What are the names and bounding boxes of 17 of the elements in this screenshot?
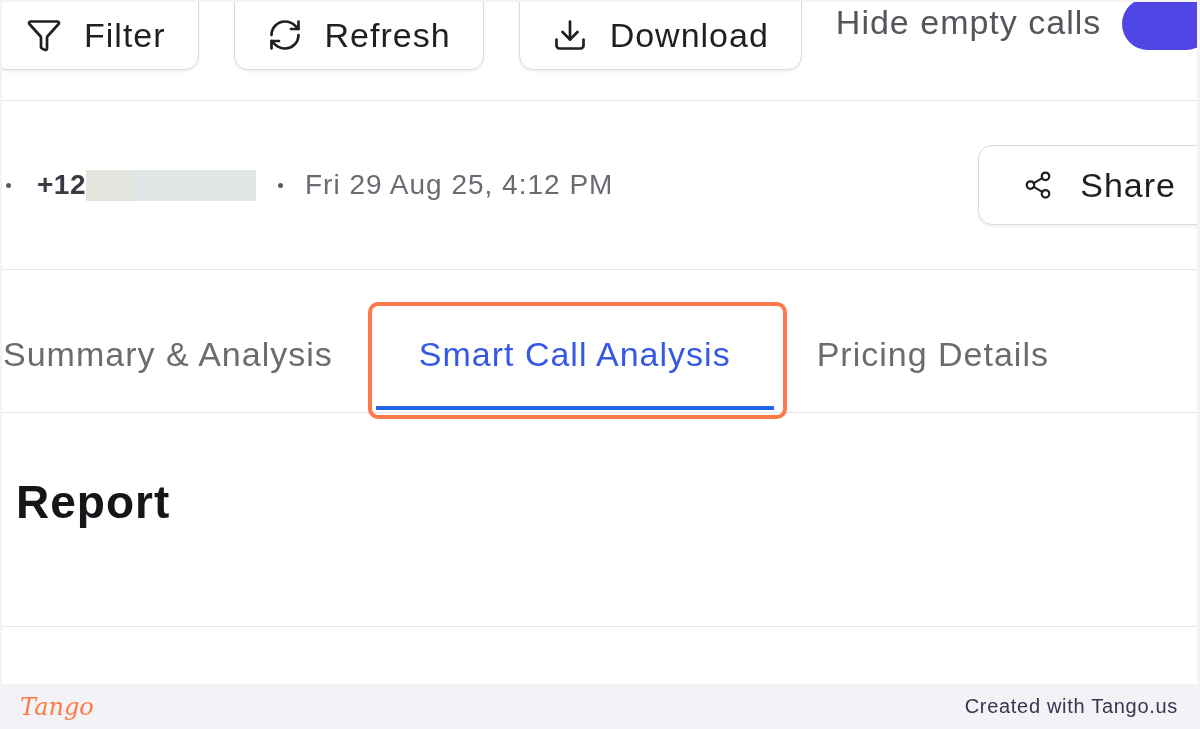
footer-logo: Tango — [20, 692, 94, 721]
filter-button[interactable]: Filter — [2, 2, 199, 70]
bullet-icon — [6, 182, 11, 188]
toggle-label: Hide empty calls — [835, 2, 1102, 42]
download-button[interactable]: Download — [518, 2, 802, 70]
filter-icon — [26, 17, 62, 53]
share-button[interactable]: Share — [978, 145, 1197, 225]
phone-number: +12 — [37, 169, 86, 201]
tab[interactable]: Summary & Analysis — [2, 314, 376, 410]
toggle-switch[interactable] — [1122, 2, 1197, 50]
footer-credit: Created with Tango.us — [964, 695, 1178, 718]
tab[interactable]: Pricing Details — [773, 314, 1092, 410]
report-title: Report — [16, 475, 171, 529]
call-datetime: Fri 29 Aug 25, 4:12 PM — [305, 169, 614, 201]
tab[interactable]: Smart Call Analysis — [375, 314, 774, 410]
bullet-icon — [278, 182, 283, 188]
refresh-button[interactable]: Refresh — [233, 2, 484, 70]
